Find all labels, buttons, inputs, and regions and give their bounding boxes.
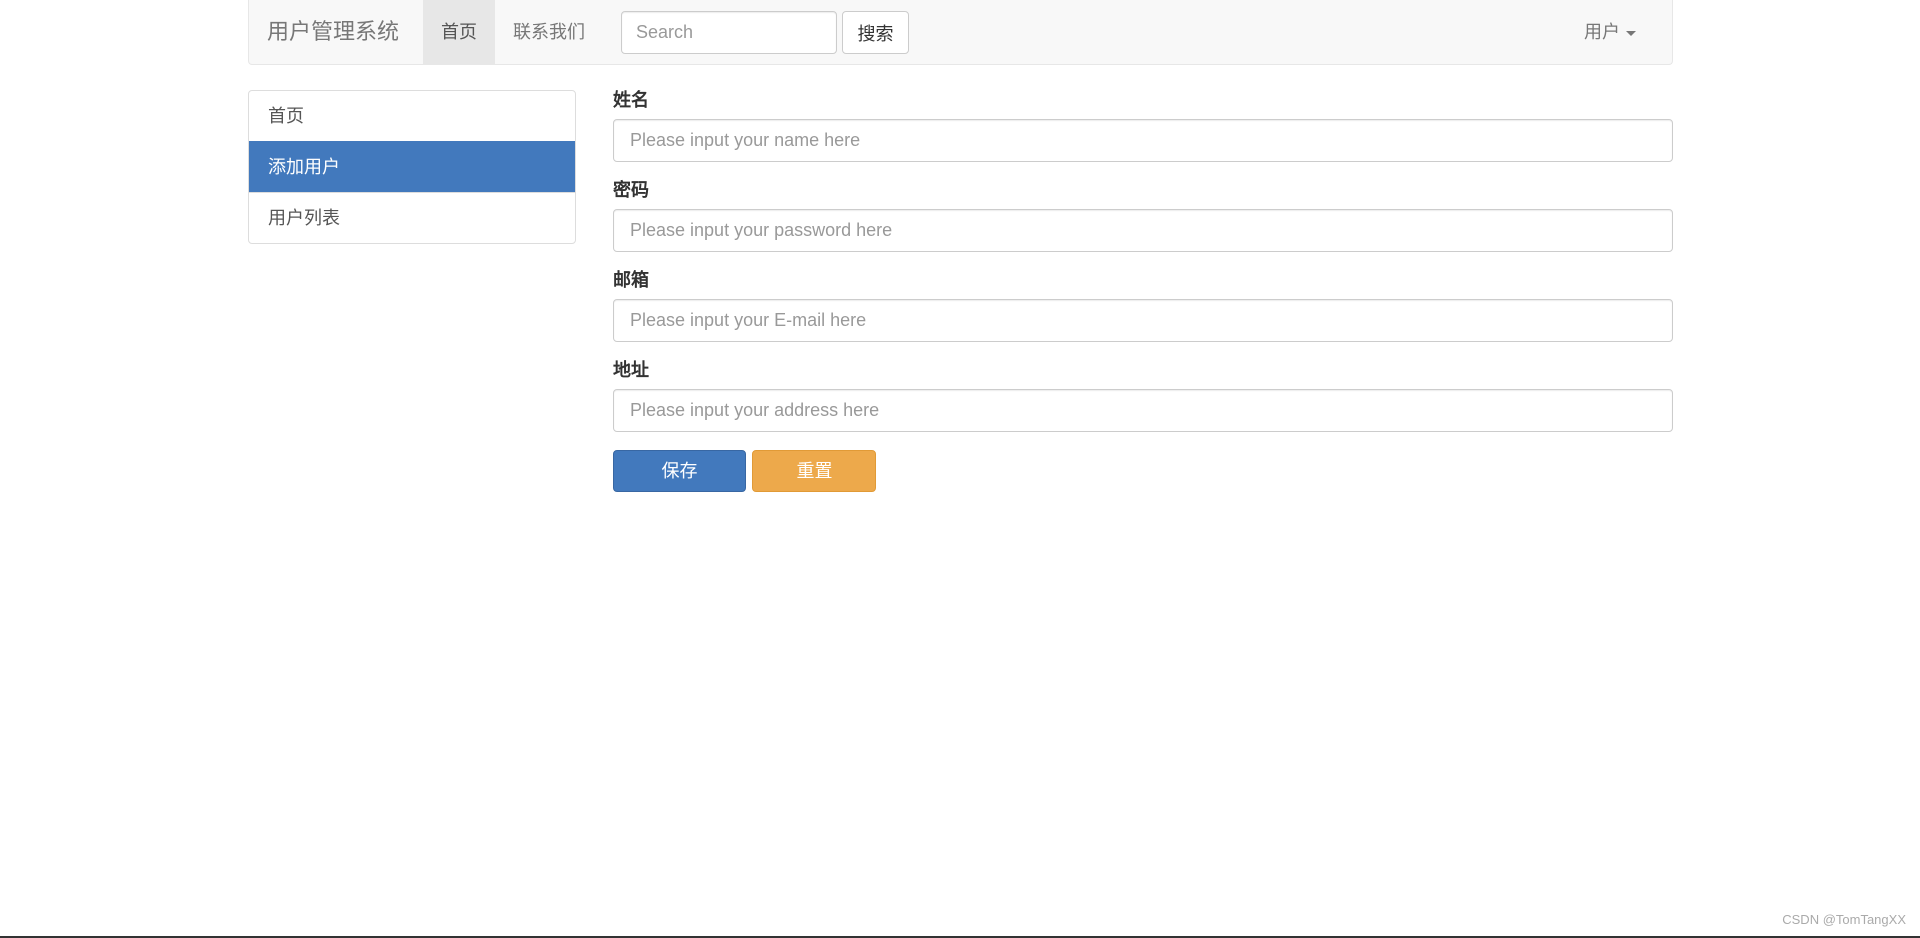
sidebar-item-home[interactable]: 首页 [249, 91, 575, 141]
user-dropdown[interactable]: 用户 [1566, 0, 1654, 64]
watermark: CSDN @TomTangXX [1782, 912, 1906, 927]
name-label: 姓名 [613, 90, 649, 110]
nav-link-contact[interactable]: 联系我们 [495, 0, 603, 64]
user-dropdown-label: 用户 [1584, 22, 1620, 42]
name-input[interactable] [613, 119, 1673, 162]
password-field-group: 密码 [613, 180, 1673, 252]
address-field-group: 地址 [613, 360, 1673, 432]
search-button[interactable]: 搜索 [842, 11, 909, 54]
address-input[interactable] [613, 389, 1673, 432]
add-user-form: 姓名 密码 邮箱 地址 保存(Submit) 重置(Reset) [613, 90, 1673, 521]
email-label: 邮箱 [613, 270, 649, 290]
nav-link-home[interactable]: 首页 [423, 0, 495, 64]
email-input[interactable] [613, 299, 1673, 342]
sidebar-menu: 首页 添加用户 用户列表 [248, 90, 576, 244]
top-navbar: 用户管理系统 首页 联系我们 搜索 用户 [248, 0, 1673, 65]
form-actions: 保存(Submit) 重置(Reset) [613, 450, 1673, 521]
name-field-group: 姓名 [613, 90, 1673, 162]
submit-button[interactable]: 保存(Submit) [613, 450, 746, 521]
email-field-group: 邮箱 [613, 270, 1673, 342]
brand-title[interactable]: 用户管理系统 [267, 0, 399, 64]
sidebar-item-add-user[interactable]: 添加用户 [249, 141, 575, 192]
sidebar-item-user-list[interactable]: 用户列表 [249, 192, 575, 243]
search-input[interactable] [621, 11, 837, 54]
caret-down-icon [1626, 30, 1636, 36]
reset-button[interactable]: 重置(Reset) [752, 450, 877, 521]
password-input[interactable] [613, 209, 1673, 252]
address-label: 地址 [613, 360, 649, 380]
password-label: 密码 [613, 180, 649, 200]
